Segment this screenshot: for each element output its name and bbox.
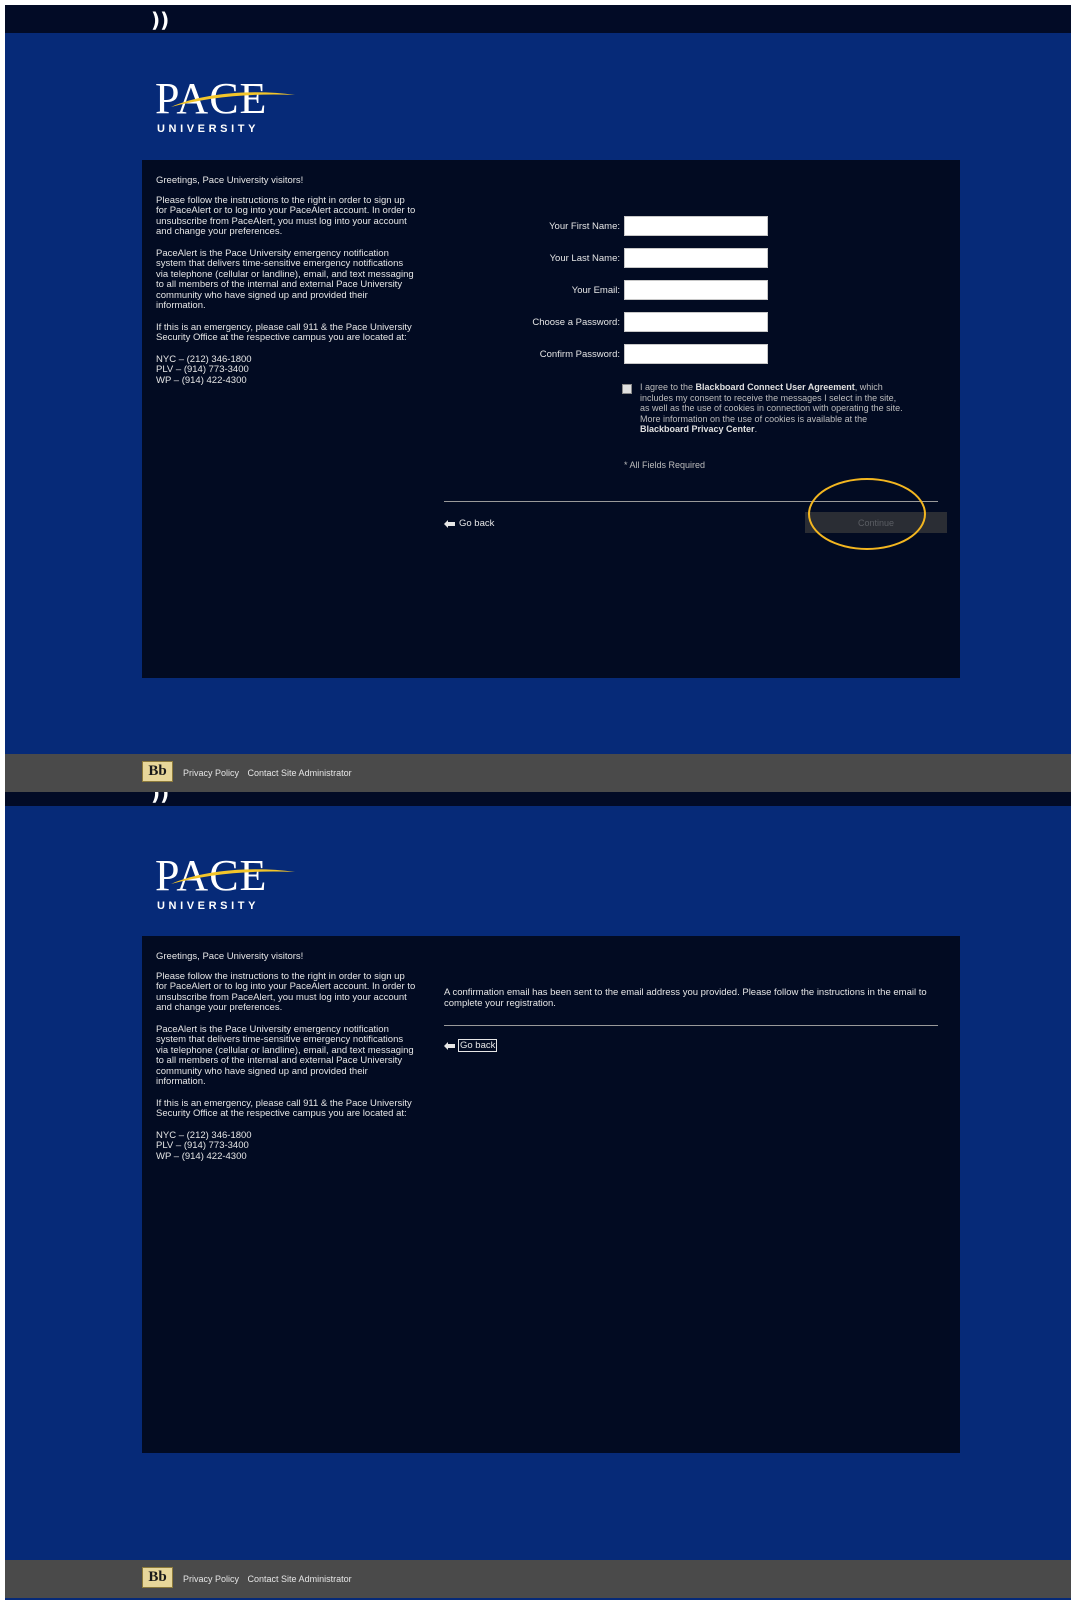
divider [444, 501, 938, 502]
blackboard-logo: Bb [142, 761, 173, 782]
continue-button[interactable]: Continue [805, 512, 947, 533]
footer-links: Privacy Policy Contact Site Administrato… [183, 1574, 358, 1584]
phone-wp: WP – (914) 422-4300 [156, 1150, 247, 1162]
footer: Bb Privacy Policy Contact Site Administr… [5, 1560, 1071, 1598]
phone-list: NYC – (212) 346-1800 PLV – (914) 773-340… [156, 1130, 416, 1163]
greeting-text: Greetings, Pace University visitors! [156, 951, 304, 962]
first-name-row: Your First Name: [142, 216, 782, 238]
go-back-link[interactable]: Go back [444, 1039, 498, 1052]
logo-subtitle: UNIVERSITY [157, 123, 260, 135]
footer: Bb Privacy Policy Contact Site Administr… [5, 754, 1071, 792]
top-bar: )) [5, 5, 1071, 33]
confirmation-panel: Greetings, Pace University visitors! Ple… [142, 936, 960, 1453]
password-row: Choose a Password: [142, 312, 782, 334]
phone-plv: PLV – (914) 773-3400 [156, 1140, 249, 1151]
confirm-password-row: Confirm Password: [142, 344, 782, 366]
info-column: Greetings, Pace University visitors! Ple… [156, 951, 416, 1163]
arrow-left-icon [444, 1041, 455, 1050]
password-input[interactable] [624, 312, 768, 332]
go-back-label: Go back [459, 518, 495, 529]
confirm-password-input[interactable] [624, 344, 768, 364]
top-bar: )) [5, 792, 1071, 806]
logo-subtitle: UNIVERSITY [157, 900, 260, 912]
confirmation-message: A confirmation email has been sent to th… [444, 987, 927, 1009]
greeting-text: Greetings, Pace University visitors! [156, 175, 304, 186]
privacy-policy-link[interactable]: Privacy Policy [183, 768, 239, 778]
privacy-center-link[interactable]: Blackboard Privacy Center [640, 424, 755, 434]
agree-checkbox[interactable] [622, 384, 632, 394]
instructions-text: Please follow the instructions to the ri… [156, 970, 416, 1013]
email-label: Your Email: [571, 285, 620, 296]
first-name-input[interactable] [624, 216, 768, 236]
contact-admin-link[interactable]: Contact Site Administrator [248, 768, 352, 778]
broadcast-icon: )) [151, 8, 170, 32]
user-agreement-link[interactable]: Blackboard Connect User Agreement [696, 382, 855, 392]
broadcast-icon: )) [151, 792, 170, 805]
arrow-left-icon [444, 519, 455, 528]
agree-prefix: I agree to the [640, 382, 696, 392]
email-row: Your Email: [142, 280, 782, 302]
logo-swoosh-icon [171, 92, 295, 107]
phone-wp: WP – (914) 422-4300 [156, 374, 247, 386]
go-back-label: Go back [457, 1039, 498, 1052]
contact-admin-link[interactable]: Contact Site Administrator [248, 1574, 352, 1584]
signup-panel: Greetings, Pace University visitors! Ple… [142, 160, 960, 678]
confirmation-screen: )) PACE UNIVERSITY Greetings, Pace Unive… [5, 792, 1071, 1600]
required-note: * All Fields Required [624, 460, 706, 470]
privacy-policy-link[interactable]: Privacy Policy [183, 1574, 239, 1584]
password-label: Choose a Password: [532, 317, 620, 328]
last-name-input[interactable] [624, 248, 768, 268]
description-text: PaceAlert is the Pace University emergen… [156, 1023, 414, 1087]
divider [444, 1025, 938, 1026]
phone-plv: PLV – (914) 773-3400 [156, 364, 249, 375]
confirm-password-label: Confirm Password: [539, 349, 620, 360]
pace-university-logo: PACE UNIVERSITY [153, 77, 303, 147]
email-input[interactable] [624, 280, 768, 300]
agreement-text: I agree to the Blackboard Connect User A… [640, 382, 906, 435]
first-name-label: Your First Name: [549, 221, 620, 232]
agree-suffix: . [754, 424, 758, 434]
emergency-text: If this is an emergency, please call 911… [156, 1097, 412, 1119]
last-name-row: Your Last Name: [142, 248, 782, 270]
signup-screen: )) PACE UNIVERSITY Greetings, Pace Unive… [5, 5, 1071, 792]
go-back-link[interactable]: Go back [444, 518, 494, 529]
blackboard-logo: Bb [142, 1567, 173, 1588]
last-name-label: Your Last Name: [549, 253, 620, 264]
logo-swoosh-icon [171, 869, 295, 884]
footer-links: Privacy Policy Contact Site Administrato… [183, 768, 358, 778]
pace-university-logo: PACE UNIVERSITY [153, 854, 303, 924]
